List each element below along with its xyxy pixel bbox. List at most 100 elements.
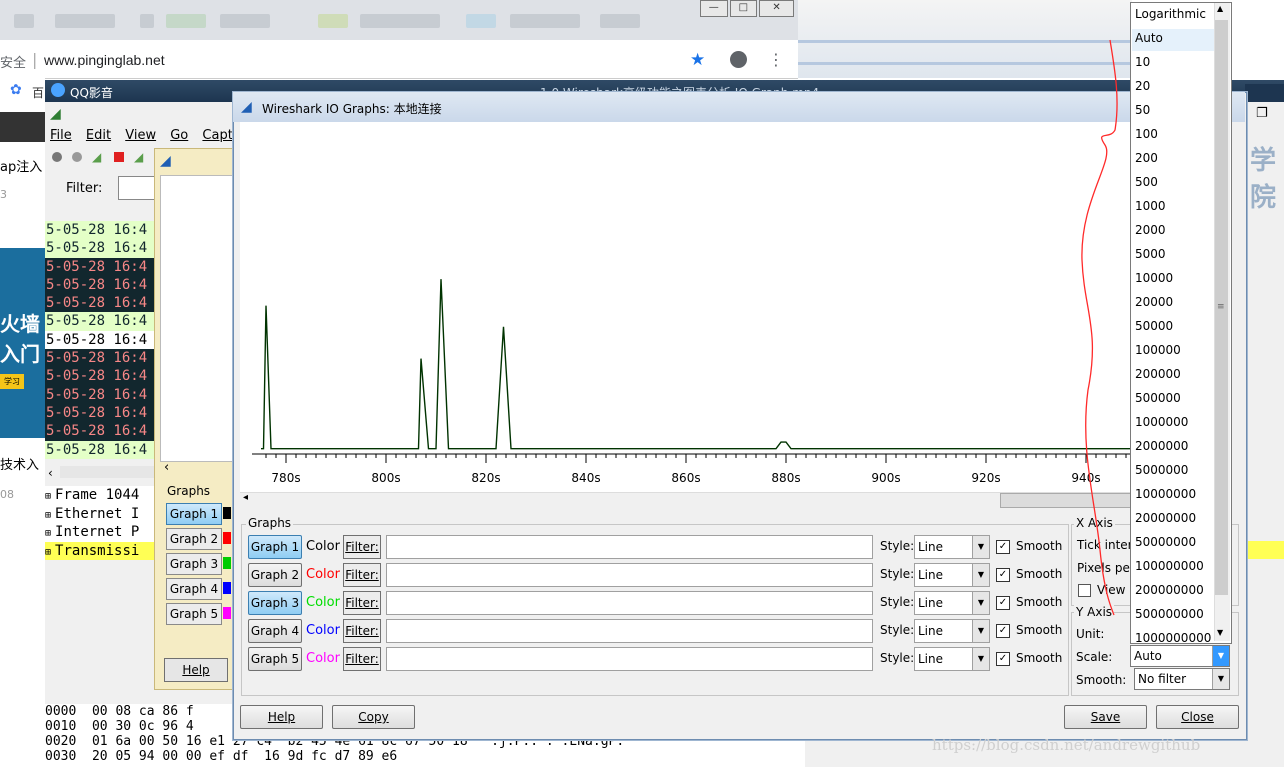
scale-option[interactable]: 20000000 (1135, 511, 1196, 525)
scroll-up-arrow-icon[interactable]: ▲ (1217, 4, 1223, 13)
scale-option[interactable]: 50000 (1135, 319, 1173, 333)
scale-option[interactable]: 50000000 (1135, 535, 1196, 549)
scale-option[interactable]: 500 (1135, 175, 1158, 189)
detail-tree-item[interactable]: ⊞ Frame 1044 (45, 486, 155, 505)
save-button[interactable]: Save (1064, 705, 1147, 729)
expand-icon[interactable]: ⊞ (45, 547, 51, 558)
close-button[interactable]: ✕ (759, 0, 794, 17)
scale-option[interactable]: 2000 (1135, 223, 1166, 237)
packet-row[interactable]: 5-05-28 16:4 (45, 385, 155, 404)
scroll-left-arrow-icon[interactable]: ‹ (164, 460, 169, 475)
graph-style-select[interactable]: Line ▼ (914, 535, 990, 559)
scale-option[interactable]: 5000 (1135, 247, 1166, 261)
smooth-checkbox[interactable]: ✓ (996, 540, 1010, 554)
scale-option[interactable]: 50 (1135, 103, 1150, 117)
packet-row[interactable]: 5-05-28 16:4 (45, 257, 155, 276)
io-graph-plot[interactable]: 780s 800s 820s 840s 860s 880s 900s 920s 940s (240, 122, 1161, 492)
scale-option[interactable]: 200000000 (1135, 583, 1204, 597)
old-help-button[interactable]: Help (164, 658, 228, 682)
scale-option[interactable]: 10000000 (1135, 487, 1196, 501)
old-graph-button[interactable]: Graph 1 (166, 503, 222, 525)
packet-row[interactable]: 5-05-28 16:4 (45, 403, 155, 423)
profile-icon[interactable] (730, 51, 747, 68)
packet-list-scrollbar[interactable] (60, 466, 155, 478)
graph-toggle-button[interactable]: Graph 3 (248, 591, 302, 615)
scale-select[interactable]: Auto ▼ (1130, 645, 1230, 667)
scale-option[interactable]: 10 (1135, 55, 1150, 69)
options-icon[interactable] (72, 152, 82, 162)
old-graph-button[interactable]: Graph 5 (166, 603, 222, 625)
graph-filter-input[interactable] (386, 591, 873, 615)
graph-style-select[interactable]: Line ▼ (914, 591, 990, 615)
graph-style-select[interactable]: Line ▼ (914, 619, 990, 643)
graph-toggle-button[interactable]: Graph 1 (248, 535, 302, 559)
smooth-checkbox[interactable]: ✓ (996, 624, 1010, 638)
graph-filter-input[interactable] (386, 535, 873, 559)
graph-color-label[interactable]: Color (306, 595, 340, 610)
scroll-left-arrow-icon[interactable]: ‹ (48, 466, 53, 480)
close-dialog-button[interactable]: Close (1156, 705, 1239, 729)
scroll-down-arrow-icon[interactable]: ▼ (1217, 628, 1223, 637)
scale-option[interactable]: 500000000 (1135, 607, 1204, 621)
graph-filter-button[interactable]: Filter: (343, 563, 381, 587)
scale-option[interactable]: 1000000 (1135, 415, 1188, 429)
scale-option[interactable]: 500000 (1135, 391, 1181, 405)
packet-row[interactable]: 5-05-28 16:4 (45, 367, 155, 386)
scale-option[interactable]: 100000 (1135, 343, 1181, 357)
restart-capture-icon[interactable]: ◢ (134, 150, 143, 164)
scale-option[interactable]: 20000 (1135, 295, 1173, 309)
graph-toggle-button[interactable]: Graph 4 (248, 619, 302, 643)
packet-row[interactable]: 5-05-28 16:4 (45, 330, 155, 350)
scale-option[interactable]: 100 (1135, 127, 1158, 141)
old-graph-button[interactable]: Graph 3 (166, 553, 222, 575)
packet-row[interactable]: 5-05-28 16:4 (45, 440, 155, 459)
scale-option[interactable]: 200000 (1135, 367, 1181, 381)
expand-icon[interactable]: ⊞ (45, 528, 51, 539)
graph-toggle-button[interactable]: Graph 5 (248, 647, 302, 671)
maximize-button[interactable]: □ (729, 0, 758, 17)
detail-tree-item[interactable]: ⊞ Ethernet I (45, 504, 155, 523)
menu-go[interactable]: Go (170, 128, 188, 143)
graph-filter-button[interactable]: Filter: (343, 535, 381, 559)
menu-edit[interactable]: Edit (86, 128, 111, 143)
smooth-checkbox[interactable]: ✓ (996, 596, 1010, 610)
stop-capture-icon[interactable] (114, 152, 124, 162)
url-text[interactable]: www.pinginglab.net (44, 52, 165, 68)
graph-toggle-button[interactable]: Graph 2 (248, 563, 302, 587)
graph-color-label[interactable]: Color (306, 651, 340, 666)
packet-row[interactable]: 5-05-28 16:4 (45, 294, 155, 313)
detail-tree-item[interactable]: ⊞ Transmissi (45, 541, 155, 560)
packet-row[interactable]: 5-05-28 16:4 (45, 221, 155, 240)
smooth-filter-select[interactable]: No filter ▼ (1134, 668, 1230, 690)
help-button[interactable]: Help (240, 705, 323, 729)
scale-option[interactable]: Auto (1135, 31, 1163, 45)
display-filter-input[interactable] (118, 176, 158, 200)
detail-tree-item[interactable]: ⊞ Internet P (45, 523, 155, 542)
packet-row[interactable]: 5-05-28 16:4 (45, 349, 155, 368)
packet-row[interactable]: 5-05-28 16:4 (45, 275, 155, 295)
graph-color-label[interactable]: Color (306, 567, 340, 582)
graph-filter-button[interactable]: Filter: (343, 619, 381, 643)
old-graph-button[interactable]: Graph 2 (166, 528, 222, 550)
scale-option[interactable]: 1000 (1135, 199, 1166, 213)
graph-filter-button[interactable]: Filter: (343, 647, 381, 671)
restore-icon[interactable]: ❐ (1256, 106, 1268, 121)
scale-option[interactable]: 1000000000 (1135, 631, 1211, 645)
graph-style-select[interactable]: Line ▼ (914, 563, 990, 587)
scale-option[interactable]: 5000000 (1135, 463, 1188, 477)
scale-option[interactable]: 200 (1135, 151, 1158, 165)
bookmark-star-icon[interactable]: ★ (690, 50, 705, 70)
graph-color-label[interactable]: Color (306, 623, 340, 638)
scale-option[interactable]: 100000000 (1135, 559, 1204, 573)
packet-row[interactable]: 5-05-28 16:4 (45, 312, 155, 331)
start-capture-icon[interactable]: ◢ (92, 150, 101, 164)
scale-option[interactable]: 2000000 (1135, 439, 1188, 453)
graph-filter-input[interactable] (386, 647, 873, 671)
scale-option[interactable]: 10000 (1135, 271, 1173, 285)
scale-option[interactable]: Logarithmic (1135, 7, 1206, 21)
graph-color-label[interactable]: Color (306, 539, 340, 554)
scroll-left-arrow-icon[interactable]: ◂ (243, 492, 248, 503)
smooth-checkbox[interactable]: ✓ (996, 568, 1010, 582)
graph-filter-input[interactable] (386, 563, 873, 587)
menu-dots-icon[interactable]: ⋮ (768, 50, 784, 69)
